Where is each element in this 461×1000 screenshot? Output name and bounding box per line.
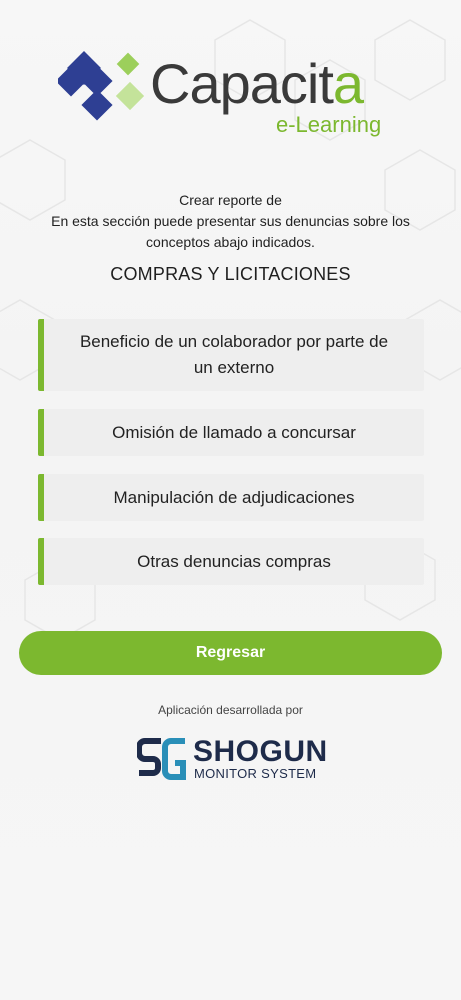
intro-text: Crear reporte de En esta sección puede p…: [20, 190, 441, 253]
intro-line-1: Crear reporte de: [179, 192, 282, 208]
brand-name-main: Capacit: [150, 52, 334, 115]
option-omision-llamado[interactable]: Omisión de llamado a concursar: [38, 409, 424, 456]
option-manipulacion-adjudicaciones[interactable]: Manipulación de adjudicaciones: [38, 474, 424, 521]
brand-name-accent: a: [332, 52, 364, 115]
back-button[interactable]: Regresar: [19, 631, 442, 675]
shogun-logo: SHOGUN MONITOR SYSTEM: [137, 737, 337, 783]
option-label: Manipulación de adjudicaciones: [113, 487, 355, 507]
section-title: COMPRAS Y LICITACIONES: [110, 264, 351, 284]
developer-caption: Aplicación desarrollada por: [158, 703, 303, 717]
developer-subtitle: MONITOR SYSTEM: [194, 766, 317, 781]
developer-name: SHOGUN: [193, 735, 328, 768]
option-beneficio-colaborador[interactable]: Beneficio de un colaborador por parte de…: [38, 319, 424, 391]
brand-tagline: e-Learning: [276, 112, 382, 137]
capacita-logo: Capacita e-Learning: [58, 48, 408, 143]
option-label: Omisión de llamado a concursar: [112, 422, 356, 442]
option-label: Beneficio de un colaborador por parte de…: [79, 332, 389, 377]
option-otras-denuncias[interactable]: Otras denuncias compras: [38, 538, 424, 585]
brand-wordmark: Capacita: [150, 56, 364, 112]
sg-logo-icon: [137, 738, 186, 780]
option-label: Otras denuncias compras: [137, 551, 331, 571]
intro-line-2: En esta sección puede presentar sus denu…: [51, 213, 410, 250]
